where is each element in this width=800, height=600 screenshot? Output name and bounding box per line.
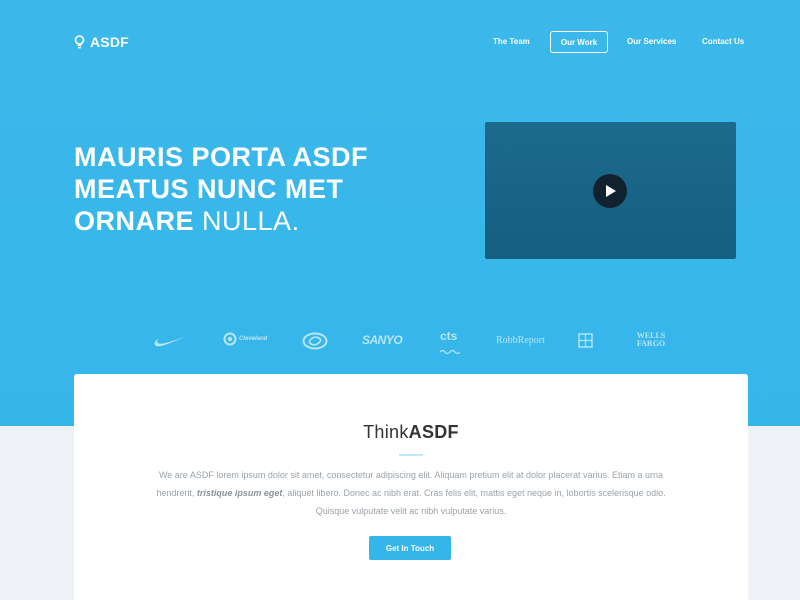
- main-nav: The Team Our Work Our Services Contact U…: [0, 31, 800, 53]
- scion-logo: [302, 332, 328, 350]
- title-divider: [399, 454, 423, 456]
- nike-logo: [154, 336, 187, 347]
- hero-headline: MAURIS PORTA ASDF MEATUS NUNC MET ORNARE…: [74, 141, 454, 237]
- headline-line-3-thin: NULLA.: [202, 206, 300, 236]
- landing-page: ASDF The Team Our Work Our Services Cont…: [0, 0, 800, 600]
- robb-report-logo: RobbReport: [496, 335, 545, 346]
- intro-paragraph: We are ASDF lorem ipsum dolor sit amet, …: [150, 466, 672, 520]
- cts-logo: cts: [439, 329, 461, 360]
- grid-logo: [578, 333, 593, 348]
- nav-link-our-services[interactable]: Our Services: [627, 31, 676, 53]
- sanyo-logo: SANYO: [362, 333, 403, 347]
- intro-paragraph-part-2: , aliquet libero. Donec ac nibh erat. Cr…: [282, 488, 666, 516]
- cts-logo-text: cts: [440, 329, 458, 343]
- intro-card: ThinkASDF We are ASDF lorem ipsum dolor …: [74, 374, 748, 600]
- intro-title-thin: Think: [363, 422, 409, 442]
- nav-link-our-work[interactable]: Our Work: [550, 31, 608, 53]
- play-button[interactable]: [593, 174, 627, 208]
- get-in-touch-button[interactable]: Get In Touch: [369, 536, 451, 560]
- hero-section: ASDF The Team Our Work Our Services Cont…: [0, 0, 800, 426]
- headline-line-3-bold: ORNARE: [74, 206, 195, 236]
- cleveland-logo-text: Cleveland: [239, 336, 268, 342]
- wave-icon: [439, 349, 461, 355]
- headline-line-2: MEATUS NUNC MET: [74, 174, 344, 204]
- headline-line-1: MAURIS PORTA ASDF: [74, 142, 368, 172]
- play-icon: [606, 185, 616, 197]
- nav-link-the-team[interactable]: The Team: [493, 31, 530, 53]
- cleveland-mark-icon: [223, 332, 237, 346]
- intro-title: ThinkASDF: [74, 422, 748, 443]
- intro-paragraph-emphasis: tristique ipsum eget: [196, 488, 283, 498]
- video-player[interactable]: [485, 122, 736, 259]
- client-logos: Cleveland SANYO cts RobbReport WELLS FAR…: [0, 326, 800, 356]
- wells-fargo-logo: WELLS FARGO: [636, 331, 666, 348]
- cleveland-logo: Cleveland: [223, 332, 267, 346]
- nav-link-contact-us[interactable]: Contact Us: [702, 31, 744, 53]
- intro-title-bold: ASDF: [408, 422, 459, 442]
